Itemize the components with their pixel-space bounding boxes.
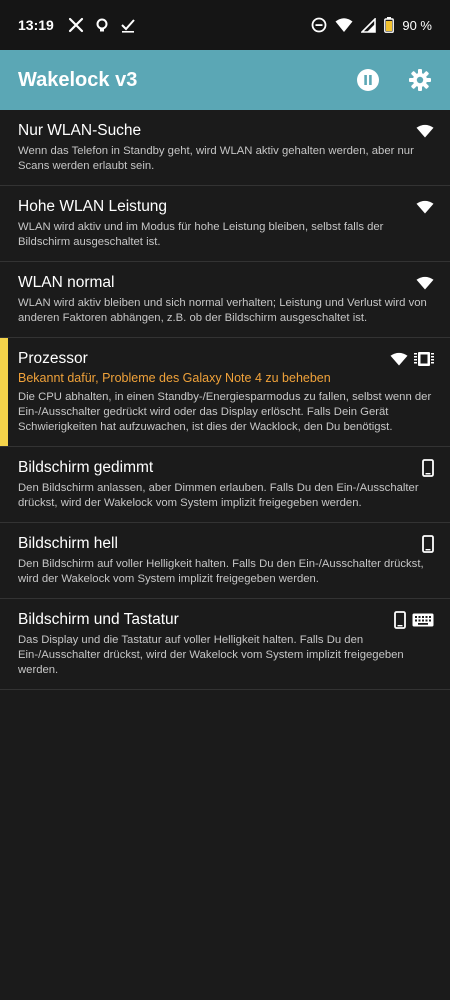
list-item-processor[interactable]: Prozessor Bekannt dafür, Probleme des Ga… (0, 338, 450, 447)
item-title: Bildschirm gedimmt (18, 459, 154, 476)
wakelock-list: Nur WLAN-Suche Wenn das Telefon in Stand… (0, 110, 450, 690)
item-description: Die CPU abhalten, in einen Standby-/Ener… (18, 391, 432, 433)
item-title: Bildschirm hell (18, 535, 118, 552)
wifi-icon (416, 200, 434, 214)
signal-icon (361, 17, 377, 33)
list-item-screen-dim[interactable]: Bildschirm gedimmt Den Bildschirm anlass… (0, 447, 450, 523)
item-description: Das Display und die Tastatur auf voller … (18, 634, 404, 676)
x-icon (68, 17, 84, 33)
phone-icon (422, 535, 434, 553)
item-description: Den Bildschirm auf voller Helligkeit hal… (18, 558, 424, 585)
wifi-icon (416, 124, 434, 138)
status-time: 13:19 (18, 17, 54, 33)
phone-icon (422, 459, 434, 477)
lightbulb-icon (94, 17, 110, 33)
app-title: Wakelock v3 (18, 68, 138, 91)
wifi-icon (390, 352, 408, 366)
pause-button[interactable] (356, 68, 380, 92)
app-bar: Wakelock v3 (0, 50, 450, 110)
selected-indicator (0, 338, 8, 446)
list-item-wifi-high-perf[interactable]: Hohe WLAN Leistung WLAN wird aktiv und i… (0, 186, 450, 262)
item-title: Hohe WLAN Leistung (18, 198, 168, 215)
status-bar: 13:19 90 % (0, 0, 450, 50)
battery-percentage: 90 % (402, 17, 432, 33)
cpu-icon (414, 352, 434, 366)
item-title: Nur WLAN-Suche (18, 122, 142, 139)
list-item-wifi-scan-only[interactable]: Nur WLAN-Suche Wenn das Telefon in Stand… (0, 110, 450, 186)
pause-icon (357, 69, 379, 91)
battery-icon (384, 17, 395, 33)
settings-button[interactable] (408, 68, 432, 92)
status-right: 90 % (311, 17, 432, 33)
wifi-icon (335, 17, 353, 33)
list-item-screen-keyboard[interactable]: Bildschirm und Tastatur Das Display und … (0, 599, 450, 690)
list-item-screen-bright[interactable]: Bildschirm hell Den Bildschirm auf volle… (0, 523, 450, 599)
wifi-icon (416, 276, 434, 290)
item-description: WLAN wird aktiv bleiben und sich normal … (18, 297, 427, 324)
do-not-disturb-icon (311, 17, 327, 33)
checkmark-icon (120, 17, 136, 33)
gear-icon (409, 69, 431, 91)
item-description: Wenn das Telefon in Standby geht, wird W… (18, 145, 414, 172)
item-description: Den Bildschirm anlassen, aber Dimmen erl… (18, 482, 419, 509)
item-warning: Bekannt dafür, Probleme des Galaxy Note … (18, 371, 331, 385)
item-description: WLAN wird aktiv und im Modus für hohe Le… (18, 221, 384, 248)
list-item-wifi-normal[interactable]: WLAN normal WLAN wird aktiv bleiben und … (0, 262, 450, 338)
item-title: Bildschirm und Tastatur (18, 611, 179, 628)
app-actions (356, 68, 432, 92)
item-title: Prozessor (18, 350, 88, 367)
item-title: WLAN normal (18, 274, 115, 291)
status-left: 13:19 (18, 17, 311, 33)
keyboard-icon (412, 613, 434, 627)
phone-icon (394, 611, 406, 629)
